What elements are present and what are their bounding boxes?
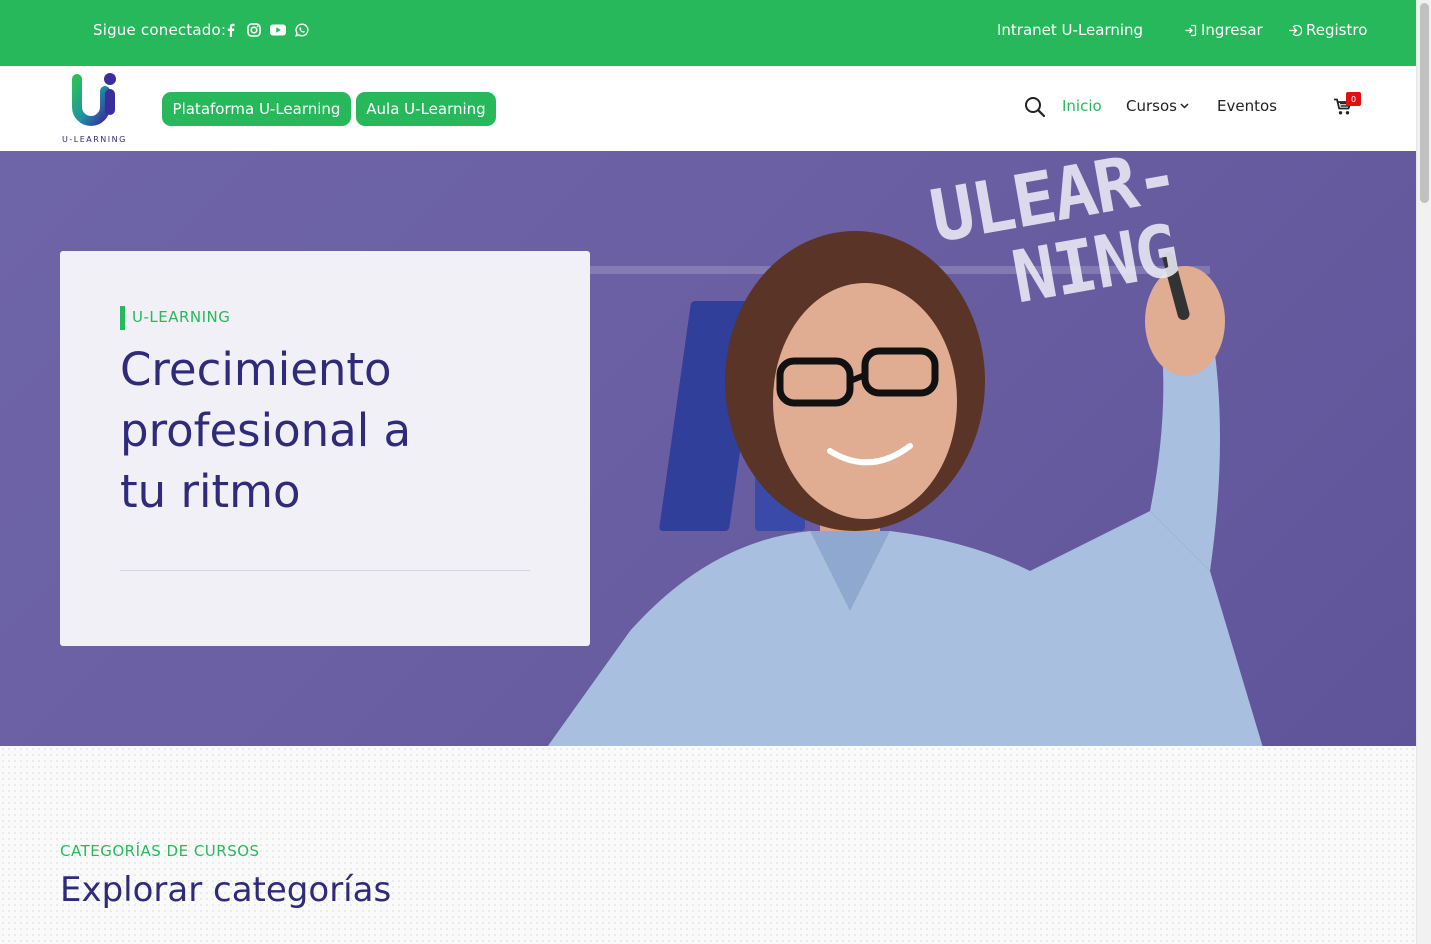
cart-count-badge: 0 (1346, 92, 1361, 106)
register-link[interactable]: Registro (1288, 21, 1367, 39)
logo-text: U-LEARNING (62, 135, 127, 144)
hero-divider (120, 570, 530, 571)
facebook-icon[interactable] (224, 22, 238, 38)
main-navbar: U-LEARNING Plataforma U-Learning Aula U-… (0, 66, 1416, 151)
login-link[interactable]: Ingresar (1184, 21, 1263, 39)
hero-photo-person (547, 231, 1263, 746)
hero-banner: ULEAR- NING U-LEARNING Crecimiento profe… (0, 151, 1416, 746)
search-icon[interactable] (1024, 96, 1046, 122)
categories-title: Explorar categorías (60, 870, 392, 910)
categories-section: CATEGORÍAS DE CURSOS Explorar categorías (0, 746, 1416, 944)
social-links (224, 22, 309, 38)
instagram-icon[interactable] (247, 22, 261, 38)
hero-card: U-LEARNING Crecimiento profesional a tu … (60, 251, 590, 646)
hero-tag: U-LEARNING (120, 306, 230, 330)
scrollbar-thumb[interactable] (1420, 3, 1429, 203)
chevron-down-icon (1180, 103, 1189, 109)
nav-events[interactable]: Eventos (1217, 97, 1277, 115)
classroom-button[interactable]: Aula U-Learning (356, 92, 496, 126)
whatsapp-icon[interactable] (295, 22, 309, 38)
nav-courses[interactable]: Cursos (1126, 97, 1189, 115)
youtube-icon[interactable] (270, 22, 286, 38)
register-icon (1289, 24, 1302, 36)
register-label: Registro (1306, 21, 1368, 39)
intranet-link[interactable]: Intranet U-Learning (997, 21, 1143, 39)
page-scrollbar[interactable] (1416, 0, 1431, 944)
hero-title: Crecimiento profesional a tu ritmo (120, 343, 412, 518)
platform-button[interactable]: Plataforma U-Learning (162, 92, 351, 126)
top-bar: Sigue conectado: Intranet U-Learning Ing… (0, 0, 1416, 66)
nav-home[interactable]: Inicio (1062, 97, 1102, 115)
follow-label: Sigue conectado: (93, 21, 227, 39)
nav-courses-label: Cursos (1126, 97, 1177, 115)
login-label: Ingresar (1201, 21, 1263, 39)
categories-eyebrow: CATEGORÍAS DE CURSOS (60, 842, 260, 860)
login-icon (1185, 24, 1197, 36)
